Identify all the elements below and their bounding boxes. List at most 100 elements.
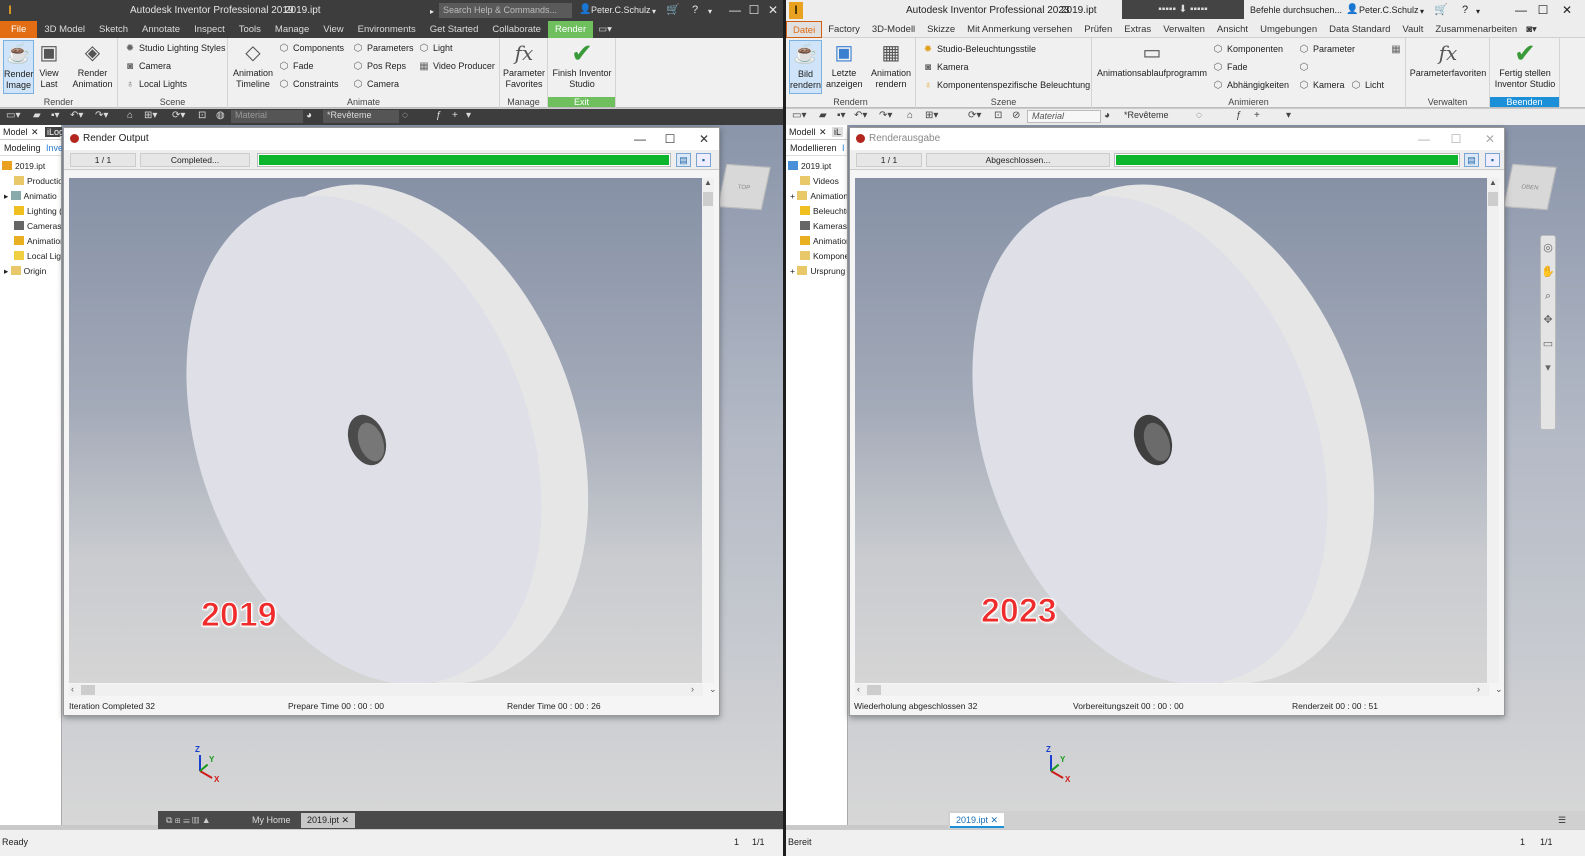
viewcube[interactable]: OBEN [1503,163,1557,211]
tab-render[interactable]: Render [547,21,594,38]
scroll-left-icon[interactable]: ‹ [71,684,74,694]
tab-zusammenarbeiten[interactable]: Zusammenarbeiten [1429,21,1523,38]
save-render-icon[interactable]: ▪ [696,153,711,167]
camera-button[interactable]: ◙ Kamera [922,60,969,74]
close-button[interactable]: ✕ [764,2,782,19]
tree-animation-favorites[interactable]: Animation [786,234,847,249]
ribbon-options-icon[interactable]: ▭▾ [593,21,617,38]
animate-pos-reps-button[interactable]: ⬡ [1298,60,1313,74]
material-dropdown[interactable]: Material [231,110,303,123]
scroll-up-icon[interactable]: ▲ [1487,178,1499,187]
tree-part[interactable]: 2019.ipt [786,159,847,174]
tab-ilogic[interactable]: iL [832,127,844,137]
maximize-button[interactable]: ☐ [745,2,763,19]
tree-components[interactable]: Komponer [786,249,847,264]
tree-cameras[interactable]: Kameras [786,219,847,234]
user-icon[interactable]: 👤 [579,3,591,17]
save-icon[interactable]: ▪▾ [51,110,60,121]
help-dropdown-icon[interactable]: ▾ [708,5,712,19]
tab-datei[interactable]: Datei [786,21,823,38]
home-icon[interactable]: ⌂ [907,110,913,121]
cart-icon[interactable]: 🛒 [666,3,680,17]
fx-toolbar-icon[interactable]: ƒ [436,110,442,121]
doctab-close-icon[interactable]: ✕ [991,815,999,825]
appearance-dropdown[interactable]: *Revêteme [323,110,399,123]
add-icon[interactable]: + [1254,110,1260,121]
tree-videos[interactable]: Videos [786,174,847,189]
pan-icon[interactable]: ✋ [1541,260,1555,284]
horizontal-scrollbar[interactable]: ‹ › ⌄ [855,684,1503,696]
tab-skizze[interactable]: Skizze [921,21,961,38]
search-input[interactable]: Befehle durchsuchen... [1246,3,1344,18]
tree-local-lights[interactable]: Local Ligh [0,249,61,264]
dialog-minimize-button[interactable]: — [630,131,650,147]
horizontal-scroll-thumb[interactable] [867,685,881,695]
tab-data-standard[interactable]: Data Standard [1323,21,1396,38]
view-last-button[interactable]: ▣ Letzte anzeigen [826,40,863,90]
animate-fade-button[interactable]: ⬡ Fade [278,59,314,73]
doctab-file[interactable]: 2019.ipt ✕ [950,813,1005,828]
navbar-options-icon[interactable]: ▾ [1541,356,1555,380]
animate-light-button[interactable]: ⬡ Licht [1350,78,1384,92]
tab-3d-model[interactable]: 3D Model [37,21,92,38]
animate-parameters-button[interactable]: ⬡ Parameters [352,41,414,55]
no-material-icon[interactable]: ⊘ [1012,110,1020,121]
tree-animation-favorites[interactable]: Animation [0,234,61,249]
material-dropdown[interactable]: Material [1027,110,1101,123]
vertical-scroll-thumb[interactable] [1488,192,1498,206]
tab-model[interactable]: Model [3,127,28,137]
vertical-scrollbar[interactable]: ▲ [1487,178,1499,683]
tree-lighting[interactable]: Beleuchtu [786,204,847,219]
redo-icon[interactable]: ↷▾ [879,110,892,121]
measure-icon[interactable]: ⊡ [198,110,206,121]
scroll-left-icon[interactable]: ‹ [857,684,860,694]
tab-file[interactable]: File [0,21,38,38]
animate-camera-button[interactable]: ⬡ Camera [352,77,399,91]
animation-timeline-button[interactable]: ◇ Animation Timeline [230,40,276,90]
tab-umgebungen[interactable]: Umgebungen [1254,21,1323,38]
viewcube[interactable]: TOP [717,163,771,211]
undo-icon[interactable]: ↶▾ [854,110,867,121]
parameter-favorites-button[interactable]: fx Parameter Favorites [502,40,546,90]
render-image-button[interactable]: ☕ Bild rendern [789,40,822,94]
update-icon[interactable]: ⟳▾ [172,110,185,121]
view-face-icon[interactable]: ▭ [1541,332,1555,356]
tree-lighting[interactable]: Lighting ( [0,204,61,219]
new-file-icon[interactable]: ▭▾ [792,110,806,121]
tree-production[interactable]: Productio [0,174,61,189]
appearance-dropdown[interactable]: *Revêteme [1120,110,1190,123]
dialog-close-button[interactable]: ✕ [1480,131,1500,147]
doctab-close-icon[interactable]: ✕ [342,815,350,825]
dialog-close-button[interactable]: ✕ [694,131,714,147]
vertical-scrollbar[interactable]: ▲ [702,178,714,683]
tab-inspect[interactable]: Inspect [187,21,232,38]
render-image-button[interactable]: ☕ Render Image [3,40,34,94]
user-dropdown-icon[interactable]: ▾ [1420,5,1424,19]
tab-view[interactable]: View [316,21,350,38]
user-name[interactable]: Peter.C.Schulz [1359,5,1419,15]
browser-close-icon[interactable]: ✕ [31,127,39,138]
help-icon[interactable]: ? [1462,3,1468,17]
help-dropdown-icon[interactable]: ▾ [1476,5,1480,19]
ribbon-options-icon[interactable]: ◙▾ [1523,21,1540,38]
scroll-down-icon[interactable]: ⌄ [1495,684,1503,695]
animate-parameters-button[interactable]: ⬡ Parameter [1298,42,1355,56]
horizontal-scroll-thumb[interactable] [81,685,95,695]
measure-icon[interactable]: ⊡ [994,110,1002,121]
browser-inventor-studio[interactable]: I [842,143,845,153]
render-animation-button[interactable]: ▦ Animation rendern [868,40,914,90]
user-name[interactable]: Peter.C.Schulz [591,5,651,15]
finish-inventor-studio-button[interactable]: ✔ Fertig stellen Inventor Studio [1492,40,1558,90]
tree-animation[interactable]: + Animation [786,189,847,204]
tab-collaborate[interactable]: Collaborate [485,21,548,38]
color-wheel-icon[interactable]: ◍ [216,110,225,121]
scroll-up-icon[interactable]: ▲ [702,178,714,187]
user-dropdown-icon[interactable]: ▾ [652,5,656,19]
download-widget-icon[interactable]: ▪▪▪▪▪ ⬇ ▪▪▪▪▪ [1122,0,1244,19]
open-icon[interactable]: ▰ [819,110,827,121]
tab-model[interactable]: Modell [789,127,816,137]
camera-button[interactable]: ◙ Camera [124,59,171,73]
view-last-button[interactable]: ▣ View Last [36,40,62,90]
fx-toolbar-icon[interactable]: ƒ [1236,110,1242,121]
clear-appearance-icon[interactable]: ◌ [1196,110,1202,121]
